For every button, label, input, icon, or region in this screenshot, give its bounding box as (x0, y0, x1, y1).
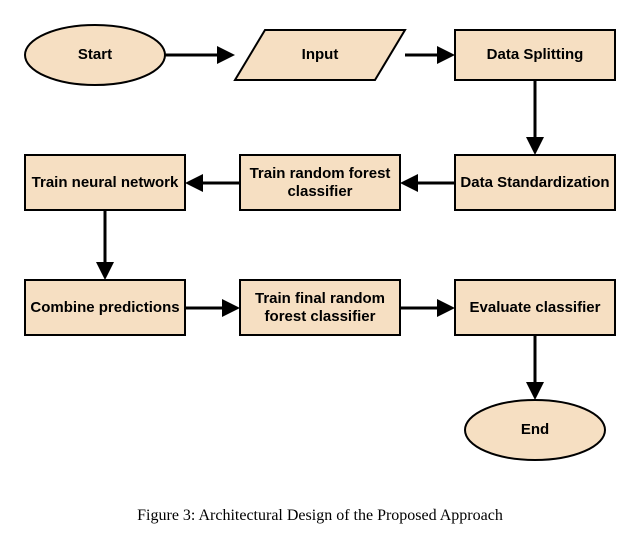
node-end-label: End (521, 421, 549, 438)
node-train-final-random-forest: Train final random forest classifier (240, 280, 400, 335)
node-input-label: Input (302, 46, 339, 63)
node-data-standardization-label: Data Standardization (460, 174, 609, 191)
node-start: Start (25, 25, 165, 85)
node-train-random-forest: Train random forest classifier (240, 155, 400, 210)
node-combine-predictions-label: Combine predictions (30, 299, 179, 316)
node-evaluate-classifier: Evaluate classifier (455, 280, 615, 335)
node-evaluate-classifier-label: Evaluate classifier (470, 299, 601, 316)
node-start-label: Start (78, 46, 112, 63)
node-train-random-forest-line2: classifier (287, 183, 352, 200)
node-end: End (465, 400, 605, 460)
node-data-standardization: Data Standardization (455, 155, 615, 210)
node-input: Input (235, 30, 405, 80)
node-combine-predictions: Combine predictions (25, 280, 185, 335)
figure-caption: Figure 3: Architectural Design of the Pr… (137, 507, 503, 524)
node-train-neural-network: Train neural network (25, 155, 185, 210)
node-train-final-random-forest-line1: Train final random (255, 290, 385, 307)
node-train-neural-network-label: Train neural network (32, 174, 179, 191)
node-data-splitting: Data Splitting (455, 30, 615, 80)
node-data-splitting-label: Data Splitting (487, 46, 584, 63)
node-train-random-forest-line1: Train random forest (250, 165, 391, 182)
node-train-final-random-forest-line2: forest classifier (265, 308, 376, 325)
flowchart-diagram: Start Input Data Splitting Data Standard… (0, 0, 640, 543)
